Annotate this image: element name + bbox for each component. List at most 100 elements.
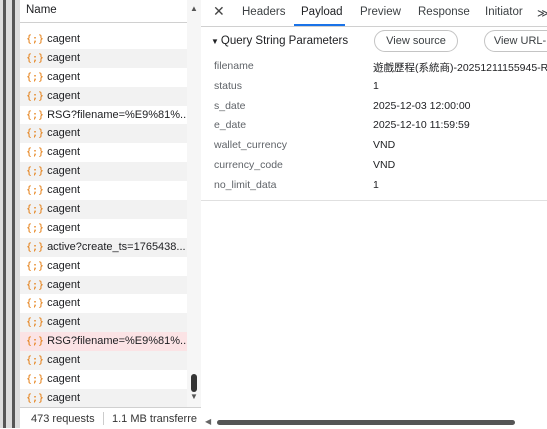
gutter-bar [3,0,6,428]
script-json-icon: {;} [26,166,45,178]
script-json-icon: {;} [26,374,45,386]
tab-response[interactable]: Response [418,6,470,18]
detail-horizontal-scrollbar[interactable]: ◀ [201,414,547,428]
script-json-icon: {;} [26,336,45,348]
script-json-icon: {;} [26,147,45,159]
script-json-icon: {;} [26,128,45,140]
tab-initiator[interactable]: Initiator [485,6,523,18]
gutter-bar [12,0,15,428]
tab-headers[interactable]: Headers [242,6,285,18]
script-json-icon: {;} [26,298,45,310]
request-name: cagent [47,373,81,386]
request-row[interactable]: {;} cagent [20,162,187,182]
scroll-left-icon[interactable]: ◀ [205,417,211,426]
request-row[interactable]: {;} cagent [20,313,187,333]
request-name: RSG?filename=%E9%81%... [47,335,187,348]
script-json-icon: {;} [26,241,45,253]
scroll-down-icon[interactable]: ▼ [190,392,198,401]
param-value: VND [373,159,396,171]
param-value: 2025-12-10 11:59:59 [373,119,470,132]
name-column-label: Name [26,4,57,16]
script-json-icon: {;} [26,222,45,234]
script-json-icon: {;} [26,279,45,291]
script-json-icon: {;} [26,392,45,404]
request-name: cagent [47,89,81,102]
request-name: cagent [47,278,81,291]
request-count: 473 requests [31,413,95,425]
request-row[interactable]: {;} cagent [20,370,187,389]
request-name: cagent [47,146,81,159]
script-json-icon: {;} [26,34,45,45]
param-value: 1 [373,79,379,92]
request-row[interactable]: {;} cagent [20,181,187,200]
devtools-left-gutter [0,0,20,428]
query-param-row: currency_code VND [214,159,395,171]
param-key: s_date [214,99,246,112]
query-param-row: e_date 2025-12-10 11:59:59 [214,119,470,132]
request-row[interactable]: {;} cagent [20,275,187,295]
collapse-triangle-icon[interactable]: ▼ [211,37,219,46]
request-row[interactable]: {;} RSG?filename=%E9%81%... [20,332,187,352]
request-row[interactable]: {;} cagent [20,30,187,49]
request-row[interactable]: {;} cagent [20,68,187,87]
request-name: cagent [47,354,81,367]
request-name: cagent [47,127,81,140]
param-key: e_date [214,119,247,132]
active-tab-indicator [294,24,345,26]
request-row[interactable]: {;} cagent [20,219,187,238]
param-value: 1 [373,178,379,191]
request-name: cagent [47,259,81,272]
script-json-icon: {;} [26,109,45,121]
script-json-icon: {;} [26,355,45,367]
view-source-button[interactable]: View source [374,30,458,52]
script-json-icon: {;} [26,185,45,197]
request-row[interactable]: {;} cagent [20,124,187,144]
horizontal-scrollbar-thumb[interactable] [217,420,515,425]
script-json-icon: {;} [26,204,45,216]
request-name: cagent [47,203,81,216]
request-row[interactable]: {;} cagent [20,294,187,313]
script-json-icon: {;} [26,71,45,83]
request-list: {;} cagent {;} cagent {;} cagent {;} cagent {;} R… [20,22,187,407]
list-item-partial [20,22,187,30]
request-row[interactable]: {;} cagent [20,351,187,371]
transferred-size: 1.1 MB transferre [112,413,197,425]
script-json-icon: {;} [26,260,45,272]
param-value: 遊戲歷程(系統商)-20251211155945-RS [373,62,547,74]
section-title: Query String Parameters [220,35,349,47]
scrollbar-thumb[interactable] [191,374,197,392]
script-json-icon: {;} [26,90,45,102]
query-param-row: no_limit_data 1 [214,178,379,191]
request-row[interactable]: {;} cagent [20,257,187,276]
request-name: cagent [47,33,81,45]
script-json-icon: {;} [26,52,45,64]
request-row[interactable]: {;} cagent [20,48,187,68]
name-column-header[interactable]: Name [20,0,187,23]
request-row[interactable]: {;} RSG?filename=%E9%81%... [20,106,187,125]
scroll-up-icon[interactable]: ▲ [190,4,198,13]
request-row[interactable]: {;} cagent [20,388,187,407]
network-status-bar: 473 requests 1.1 MB transferre [20,407,201,429]
request-name: cagent [47,221,81,234]
request-name: cagent [47,316,81,329]
request-row[interactable]: {;} cagent [20,143,187,162]
view-url-encoded-button[interactable]: View URL- [484,30,547,52]
request-list-scrollbar[interactable]: ▲ ▼ [187,0,201,407]
query-param-row: filename 遊戲歷程(系統商)-20251211155945-RS [214,60,547,74]
close-icon[interactable]: ✕ [213,3,225,20]
param-value: VND [373,139,396,152]
query-param-row: status 1 [214,79,379,92]
param-key: filename [214,60,254,72]
request-row[interactable]: {;} active?create_ts=1765438... [20,237,187,257]
network-request-panel: Name {;} cagent {;} cagent {;} cagent {;} cagen… [20,0,202,429]
tab-payload[interactable]: Payload [301,6,343,18]
request-row[interactable]: {;} cagent [20,86,187,106]
request-name: cagent [47,184,81,197]
more-tabs-icon[interactable]: ≫ [537,6,547,20]
request-row[interactable]: {;} cagent [20,200,187,219]
param-key: no_limit_data [214,178,277,191]
param-key: status [214,79,243,92]
request-name: cagent [47,391,81,404]
query-string-section-header[interactable]: ▼ Query String Parameters [211,35,348,47]
tab-preview[interactable]: Preview [360,6,401,18]
